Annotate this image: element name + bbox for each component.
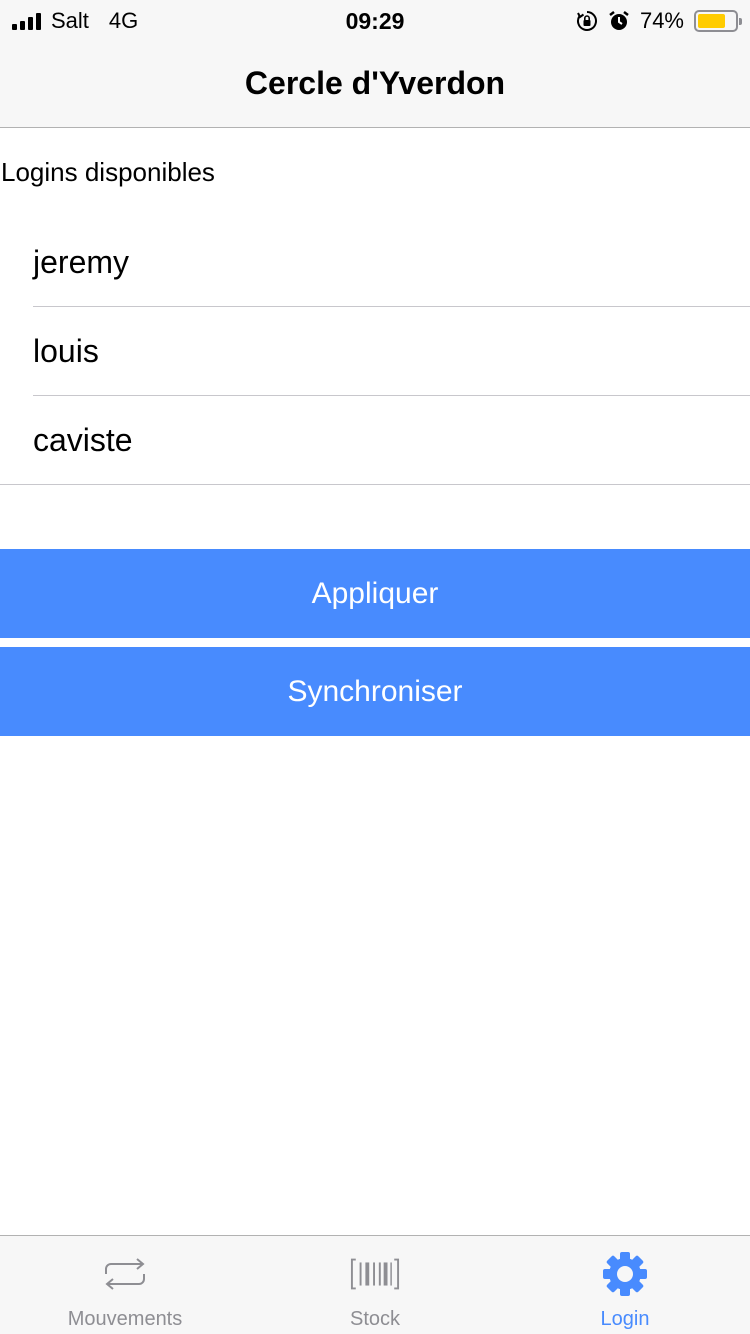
tab-stock[interactable]: Stock xyxy=(250,1236,500,1334)
tab-mouvements[interactable]: Mouvements xyxy=(0,1236,250,1334)
status-bar: Salt 4G 09:29 74% xyxy=(0,0,750,40)
tab-label: Stock xyxy=(349,1308,401,1330)
login-item-louis[interactable]: louis xyxy=(0,307,750,396)
apply-button[interactable]: Appliquer xyxy=(0,549,750,638)
login-item-caviste[interactable]: caviste xyxy=(0,396,750,485)
tab-label: Login xyxy=(600,1308,650,1330)
tab-login[interactable]: Login xyxy=(500,1236,750,1334)
barcode-icon xyxy=(350,1252,400,1296)
page-title: Cercle d'Yverdon xyxy=(244,65,506,101)
repeat-arrows-icon xyxy=(100,1252,150,1296)
battery-percent: 74% xyxy=(639,8,684,33)
status-right: 74% xyxy=(576,7,742,35)
login-item-label: caviste xyxy=(33,422,133,458)
login-list: jeremy louis caviste xyxy=(0,218,750,485)
alarm-icon xyxy=(608,10,630,32)
tab-bar: Mouvements Stock Login xyxy=(0,1235,750,1334)
navigation-bar: Cercle d'Yverdon xyxy=(0,40,750,128)
gear-icon xyxy=(600,1252,650,1296)
battery-icon xyxy=(694,10,742,32)
logins-section-label: Logins disponibles xyxy=(1,157,215,187)
login-item-label: jeremy xyxy=(33,244,130,280)
tab-label: Mouvements xyxy=(67,1308,183,1330)
login-item-jeremy[interactable]: jeremy xyxy=(0,218,750,307)
login-item-label: louis xyxy=(33,333,99,369)
synchronize-button[interactable]: Synchroniser xyxy=(0,647,750,736)
orientation-lock-icon xyxy=(576,10,598,32)
battery-fill xyxy=(698,14,725,28)
